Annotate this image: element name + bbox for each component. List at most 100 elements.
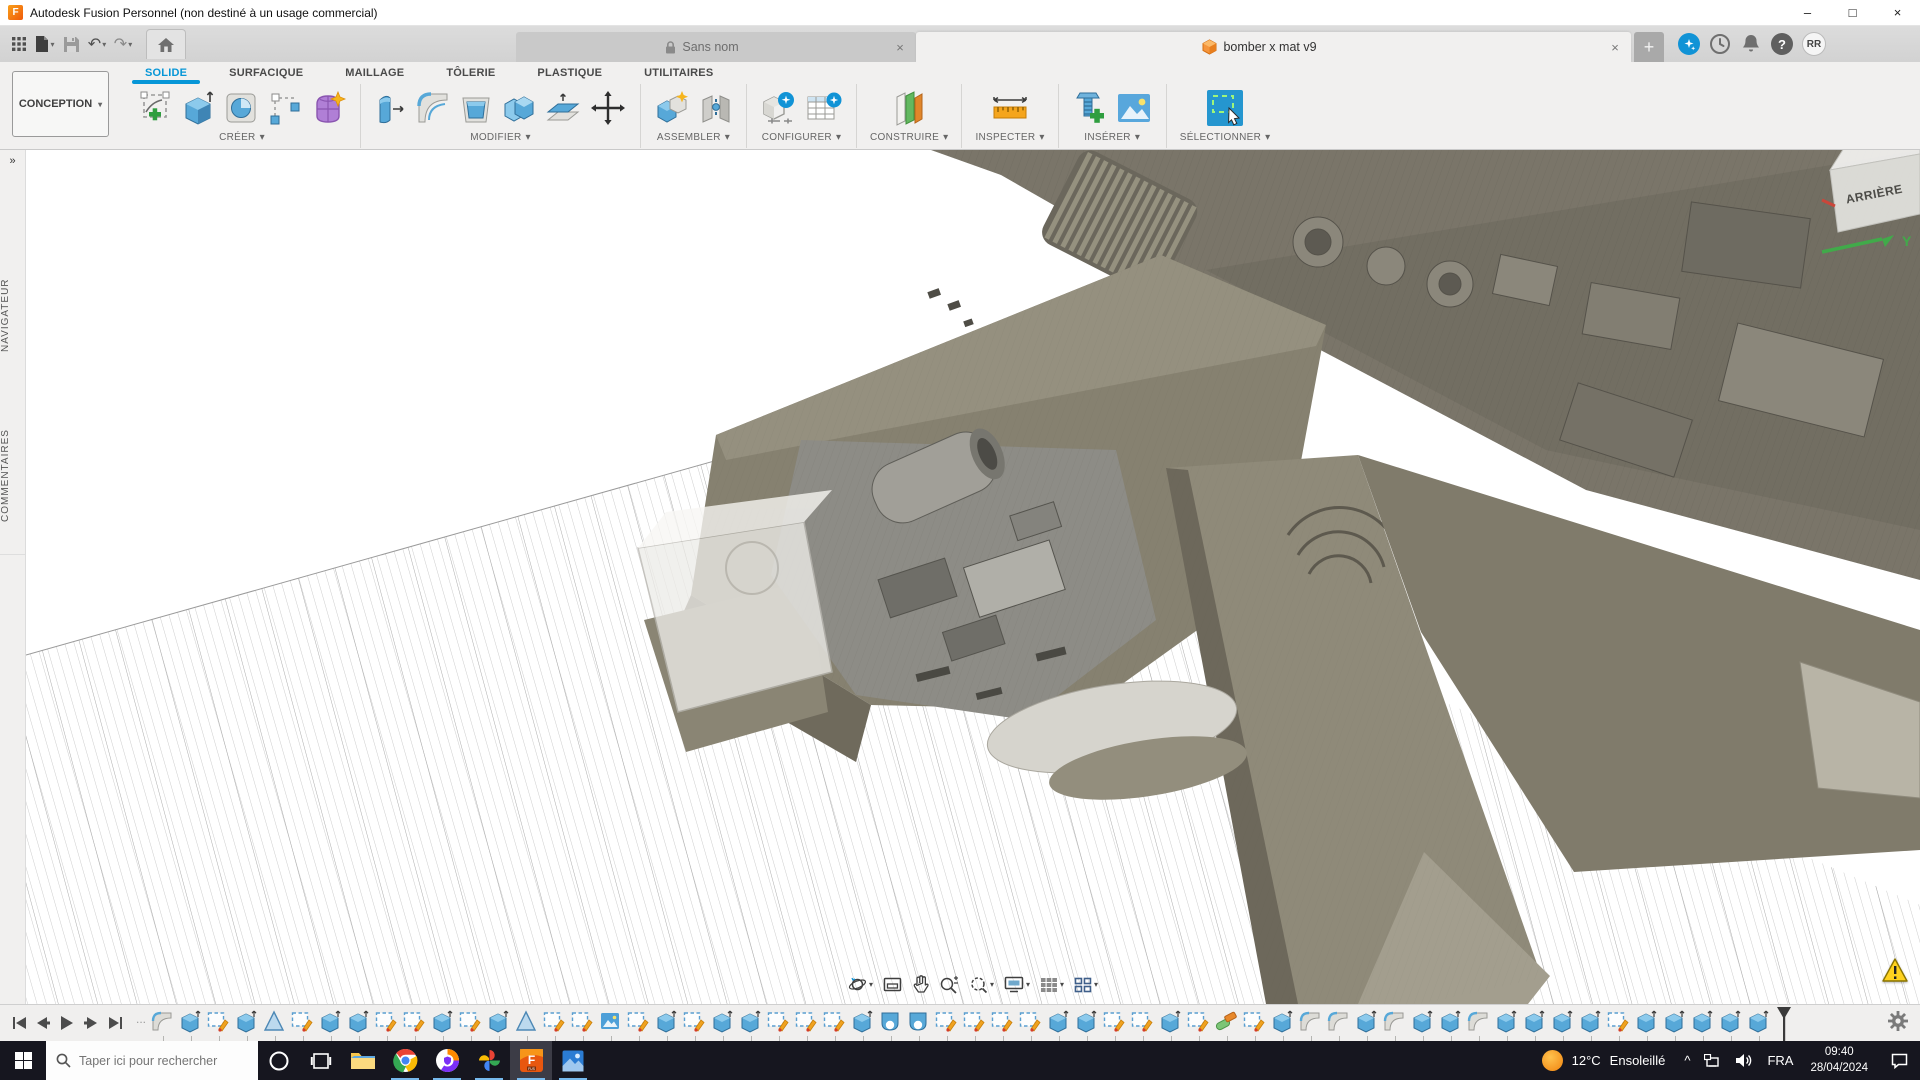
ribbon-tab-surfacique[interactable]: SURFACIQUE — [208, 62, 324, 84]
group-label[interactable]: ASSEMBLER — [657, 132, 721, 143]
ribbon-tab-maillage[interactable]: MAILLAGE — [324, 62, 425, 84]
timeline-item-sketch[interactable] — [934, 1009, 958, 1033]
timeline-item-sketch[interactable] — [542, 1009, 566, 1033]
group-caret-icon[interactable]: ▾ — [836, 132, 841, 143]
taskbar-app-google-photos[interactable] — [468, 1041, 510, 1080]
measure-icon[interactable] — [990, 90, 1030, 126]
nav-orbit-icon[interactable]: ▾ — [845, 973, 876, 996]
nav-caret-icon[interactable]: ▾ — [1060, 980, 1064, 989]
group-label[interactable]: INSPECTER — [975, 132, 1035, 143]
nav-caret-icon[interactable]: ▾ — [869, 980, 873, 989]
comments-panel-tab[interactable]: COMMENTAIRES — [0, 405, 25, 555]
timeline-item-sketch[interactable] — [458, 1009, 482, 1033]
extrude-icon[interactable] — [180, 90, 216, 126]
timeline-item-sketch[interactable] — [626, 1009, 650, 1033]
timeline-item-extrude[interactable] — [1270, 1009, 1294, 1033]
fillet-icon[interactable] — [415, 90, 451, 126]
view-cube[interactable]: ARRIÈRE Y — [1820, 150, 1920, 275]
timeline-item-fillet[interactable] — [1298, 1009, 1322, 1033]
nav-grid-layout-icon[interactable]: ▾ — [1037, 975, 1067, 995]
timeline-item-extrude[interactable] — [1410, 1009, 1434, 1033]
nav-fit-icon[interactable]: ▾ — [966, 974, 997, 996]
group-caret-icon[interactable]: ▾ — [1265, 132, 1270, 143]
nav-viewports-icon[interactable]: ▾ — [1071, 975, 1101, 995]
configuration-table-icon[interactable] — [805, 90, 843, 126]
redo-button[interactable]: ↷ ▾ — [110, 31, 136, 57]
group-caret-icon[interactable]: ▾ — [1135, 132, 1140, 143]
timeline-item-sketch[interactable] — [766, 1009, 790, 1033]
timeline-item-canvas[interactable] — [598, 1009, 622, 1033]
construction-plane-icon[interactable] — [891, 89, 927, 127]
timeline-item-extrude[interactable] — [1354, 1009, 1378, 1033]
timeline-skip-end-button[interactable] — [106, 1014, 124, 1032]
nav-caret-icon[interactable]: ▾ — [1026, 980, 1030, 989]
combine-icon[interactable] — [501, 90, 537, 126]
timeline-item-sketch[interactable] — [990, 1009, 1014, 1033]
group-label[interactable]: CONSTRUIRE — [870, 132, 939, 143]
timeline-item-extrude[interactable] — [1578, 1009, 1602, 1033]
group-label[interactable]: MODIFIER — [470, 132, 521, 143]
ribbon-tab-utilitaires[interactable]: UTILITAIRES — [623, 62, 734, 84]
timeline-item-sketch[interactable] — [1606, 1009, 1630, 1033]
shell-icon[interactable] — [458, 90, 494, 126]
timeline-item-combine[interactable] — [1214, 1009, 1238, 1033]
timeline-item-fillet[interactable] — [1466, 1009, 1490, 1033]
timeline-play-button[interactable] — [58, 1014, 76, 1032]
taskbar-clock[interactable]: 09:40 28/04/2024 — [1800, 1045, 1878, 1076]
minimize-button[interactable]: – — [1785, 0, 1830, 25]
timeline-item-sketch[interactable] — [962, 1009, 986, 1033]
timeline-item-extrude[interactable] — [1522, 1009, 1546, 1033]
timeline-item-extrude[interactable] — [1046, 1009, 1070, 1033]
timeline-item-extrude[interactable] — [1438, 1009, 1462, 1033]
navigator-panel-tab[interactable]: NAVIGATEUR — [0, 245, 25, 385]
timeline-collapsed-icon[interactable]: ... — [136, 1012, 146, 1026]
timeline-item-extrude[interactable] — [1550, 1009, 1574, 1033]
timeline-item-extrude[interactable] — [710, 1009, 734, 1033]
action-center-icon[interactable] — [1878, 1053, 1920, 1069]
timeline-item-extrude[interactable] — [430, 1009, 454, 1033]
nav-zoom-icon[interactable] — [936, 974, 962, 996]
insert-canvas-icon[interactable] — [1115, 91, 1153, 125]
timeline-item-extrude[interactable] — [1662, 1009, 1686, 1033]
move-copy-icon[interactable] — [589, 89, 627, 127]
timeline-item-extrude[interactable] — [1690, 1009, 1714, 1033]
configuration-icon[interactable] — [760, 90, 798, 126]
app-grid-icon[interactable] — [6, 31, 32, 57]
timeline-item-sketch[interactable] — [402, 1009, 426, 1033]
timeline-item-fillet[interactable] — [1382, 1009, 1406, 1033]
timeline-item-sketch[interactable] — [206, 1009, 230, 1033]
tab-close-icon[interactable]: × — [888, 40, 912, 55]
timeline-item-extrude[interactable] — [1158, 1009, 1182, 1033]
timeline-skip-start-button[interactable] — [10, 1014, 28, 1032]
nav-caret-icon[interactable]: ▾ — [1094, 980, 1098, 989]
timeline-position-marker[interactable] — [1776, 1007, 1792, 1041]
taskbar-app-cortana[interactable] — [258, 1041, 300, 1080]
job-status-icon[interactable] — [1709, 33, 1731, 55]
group-caret-icon[interactable]: ▾ — [725, 132, 730, 143]
timeline-item-extrude[interactable] — [1494, 1009, 1518, 1033]
primitive-box-icon[interactable] — [266, 90, 302, 126]
ribbon-tab-tolerie[interactable]: TÔLERIE — [425, 62, 516, 84]
timeline-item-extrude[interactable] — [486, 1009, 510, 1033]
account-avatar[interactable]: RR — [1802, 32, 1826, 56]
home-button[interactable] — [146, 29, 186, 59]
ribbon-tab-solide[interactable]: SOLIDE — [124, 62, 208, 84]
timeline-item-sketch[interactable] — [682, 1009, 706, 1033]
taskbar-app-task-view[interactable] — [300, 1041, 342, 1080]
group-label[interactable]: CONFIGURER — [762, 132, 832, 143]
tab-close-icon[interactable]: × — [1603, 40, 1627, 55]
timeline-item-sketch[interactable] — [1186, 1009, 1210, 1033]
timeline-item-extrude[interactable] — [738, 1009, 762, 1033]
timeline-item-extrude[interactable] — [1746, 1009, 1770, 1033]
timeline-item-sketch[interactable] — [822, 1009, 846, 1033]
document-tab-bomber[interactable]: bomber x mat v9 × — [916, 32, 1631, 62]
document-tab-sans-nom[interactable]: Sans nom × — [516, 32, 916, 62]
taskbar-app-fusion-360[interactable]: F FUS — [510, 1041, 552, 1080]
help-icon[interactable]: ? — [1771, 33, 1793, 55]
timeline-item-extrude[interactable] — [346, 1009, 370, 1033]
3d-viewport[interactable]: ARRIÈRE Y ▾ ▾ ▾ ▾ ▾ — [26, 150, 1920, 1004]
hidden-icons-chevron[interactable]: ^ — [1677, 1041, 1697, 1080]
joint-icon[interactable] — [699, 90, 733, 126]
taskbar-app-chrome[interactable] — [384, 1041, 426, 1080]
timeline-item-sketch[interactable] — [570, 1009, 594, 1033]
